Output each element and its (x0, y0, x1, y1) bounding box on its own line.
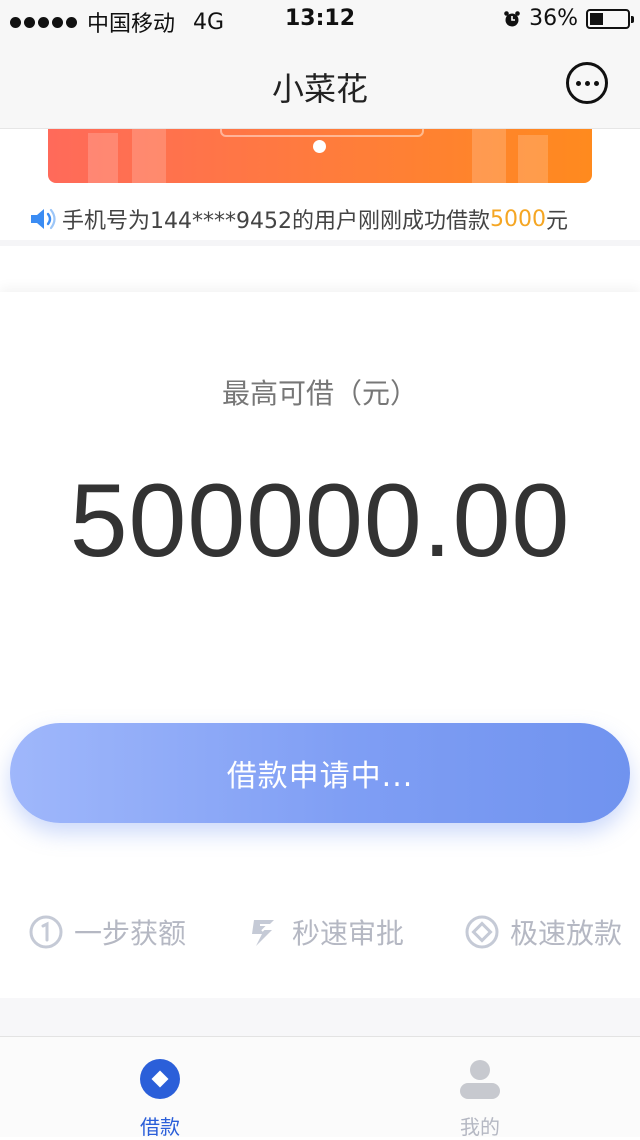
status-bar: 中国移动 4G 13:12 36% (0, 0, 640, 40)
promo-banner[interactable] (48, 129, 592, 183)
banner-decoration (518, 135, 548, 183)
section-divider (0, 998, 640, 1036)
more-dot (584, 80, 590, 86)
more-dots-icon (575, 80, 581, 86)
loan-notice-ticker: 手机号为144****9452的用户刚刚成功借款 5000 元 (28, 200, 628, 238)
banner-decoration (132, 129, 166, 183)
banner-frame (220, 129, 424, 137)
feature-label: 秒速审批 (292, 917, 405, 950)
notice-unit: 元 (545, 209, 568, 234)
battery-icon (586, 8, 634, 29)
number-one-icon (29, 915, 63, 949)
more-options-button[interactable] (566, 62, 608, 104)
navigation-bar: 小菜花 (0, 40, 640, 129)
notice-amount: 5000 (489, 206, 546, 232)
loan-diamond-icon (140, 1059, 180, 1099)
feature-list: 一步获额 秒速审批 极速放款 (0, 912, 640, 962)
speaker-icon (31, 208, 56, 230)
alarm-clock-icon (504, 10, 520, 26)
feature-item: 秒速审批 (246, 912, 404, 952)
divider (0, 240, 640, 246)
banner-decoration (88, 133, 118, 183)
feature-item: 一步获额 (28, 912, 186, 952)
tab-bar: 借款 我的 (0, 1036, 640, 1139)
tab-loan[interactable]: 借款 (0, 1037, 320, 1139)
battery-fill (590, 12, 603, 25)
credit-limit-amount: 500000.00 (69, 463, 571, 579)
battery-percent: 36% (529, 6, 578, 31)
feature-label: 一步获额 (74, 917, 187, 950)
lightning-icon (252, 920, 274, 946)
page-title: 小菜花 (271, 70, 368, 108)
loan-card: 最高可借（元） 500000.00 借款申请中... 一步获额 秒速审批 极速放… (0, 292, 640, 998)
status-right: 36% (503, 6, 634, 31)
credit-limit-label: 最高可借（元） (221, 377, 418, 410)
notice-text: 手机号为144****9452的用户刚刚成功借款 (62, 209, 490, 234)
feature-item: 极速放款 (464, 912, 622, 952)
tab-mine[interactable]: 我的 (320, 1037, 640, 1139)
user-icon (460, 1060, 500, 1099)
feature-label: 极速放款 (510, 917, 623, 950)
carousel-indicator[interactable] (313, 140, 326, 153)
loan-apply-button[interactable]: 借款申请中... (10, 723, 630, 823)
banner-decoration (472, 129, 506, 183)
more-dot (593, 80, 599, 86)
diamond-icon (465, 915, 499, 949)
